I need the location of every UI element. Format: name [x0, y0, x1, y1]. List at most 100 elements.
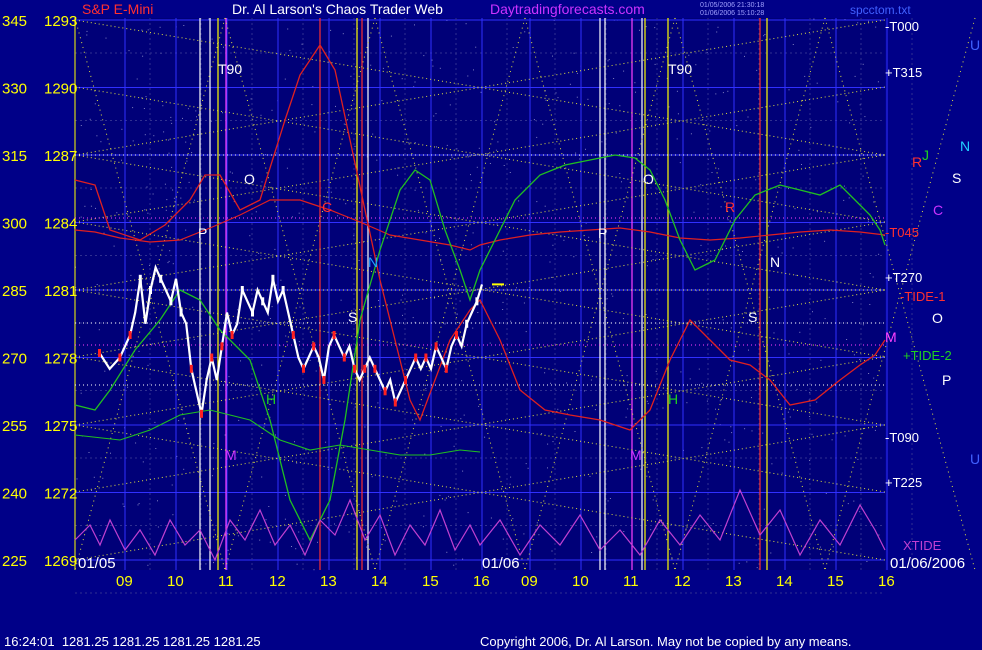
star — [144, 134, 146, 136]
star — [96, 284, 98, 285]
star — [385, 454, 387, 456]
star — [475, 46, 477, 48]
star — [502, 301, 504, 303]
star — [809, 416, 811, 417]
star — [170, 116, 172, 118]
star — [271, 109, 273, 111]
star — [756, 69, 758, 71]
star — [153, 135, 155, 137]
star — [390, 35, 392, 37]
star — [284, 78, 286, 80]
x-tick-label: 09 — [116, 573, 133, 590]
star — [510, 320, 512, 322]
price-bar — [363, 364, 367, 373]
star — [525, 331, 527, 333]
star — [576, 72, 578, 74]
star — [781, 472, 783, 474]
star — [147, 29, 149, 31]
star — [157, 526, 159, 528]
star — [566, 382, 568, 384]
site-link[interactable]: Daytradingforecasts.com — [490, 1, 645, 17]
star — [747, 116, 749, 118]
star — [607, 500, 609, 502]
star — [755, 179, 757, 181]
left-price-label: 1269 — [44, 553, 77, 570]
star — [330, 191, 332, 193]
x-tick-label: 12 — [269, 573, 286, 590]
star — [231, 172, 233, 174]
right-cycle-label: -T000 — [885, 19, 919, 34]
star — [110, 452, 111, 454]
star — [804, 75, 806, 77]
star — [716, 31, 718, 33]
star — [820, 359, 822, 361]
star — [859, 358, 861, 360]
star — [719, 400, 721, 402]
star — [364, 426, 366, 428]
star — [433, 321, 435, 323]
star — [849, 122, 851, 124]
star — [222, 112, 223, 114]
star — [533, 119, 535, 121]
star — [524, 31, 526, 33]
star — [512, 47, 514, 48]
left-angle-label: 270 — [2, 351, 27, 368]
price-bar — [220, 342, 224, 351]
chart-window: 345 330 315 300 285 270 255 240 225 1293 1290 1287 1… — [0, 0, 982, 650]
star — [142, 55, 144, 57]
star — [824, 318, 826, 320]
star — [484, 436, 486, 438]
star — [676, 138, 678, 140]
star — [305, 449, 307, 451]
star — [90, 189, 92, 190]
star — [773, 332, 775, 334]
star — [165, 209, 167, 211]
star — [166, 199, 168, 201]
star — [809, 405, 811, 407]
star — [435, 113, 437, 115]
star — [869, 273, 871, 274]
star — [342, 33, 344, 35]
star — [138, 350, 140, 352]
star — [695, 64, 697, 66]
star — [798, 149, 800, 151]
x-tick-label: 14 — [776, 573, 793, 590]
star — [261, 364, 263, 366]
star — [654, 63, 656, 65]
star — [701, 447, 703, 449]
star — [265, 519, 267, 521]
star — [146, 186, 148, 188]
star — [296, 563, 298, 565]
star — [422, 404, 424, 406]
star — [258, 330, 260, 332]
star — [608, 59, 610, 61]
star — [155, 448, 157, 449]
right-cycle-label: XTIDE — [903, 538, 942, 553]
star — [746, 561, 748, 563]
star — [260, 114, 262, 116]
chart-letter: P — [198, 225, 207, 241]
star — [126, 214, 128, 216]
star — [810, 126, 812, 128]
star — [185, 229, 187, 231]
star — [195, 110, 197, 112]
star — [763, 35, 765, 37]
star — [224, 381, 225, 382]
star — [358, 260, 360, 261]
chart-letter: S — [748, 309, 757, 325]
star — [549, 261, 551, 263]
star — [794, 208, 796, 210]
star — [359, 211, 361, 213]
star — [446, 551, 448, 553]
right-cycle-label: -TIDE-1 — [900, 289, 946, 304]
star — [423, 55, 425, 57]
star — [693, 211, 695, 213]
star — [541, 433, 543, 434]
star — [854, 75, 856, 77]
star — [744, 55, 745, 57]
star — [268, 506, 270, 507]
star — [542, 123, 544, 125]
instrument-title: S&P E-Mini — [82, 1, 153, 17]
star — [573, 52, 575, 54]
star — [145, 96, 147, 98]
